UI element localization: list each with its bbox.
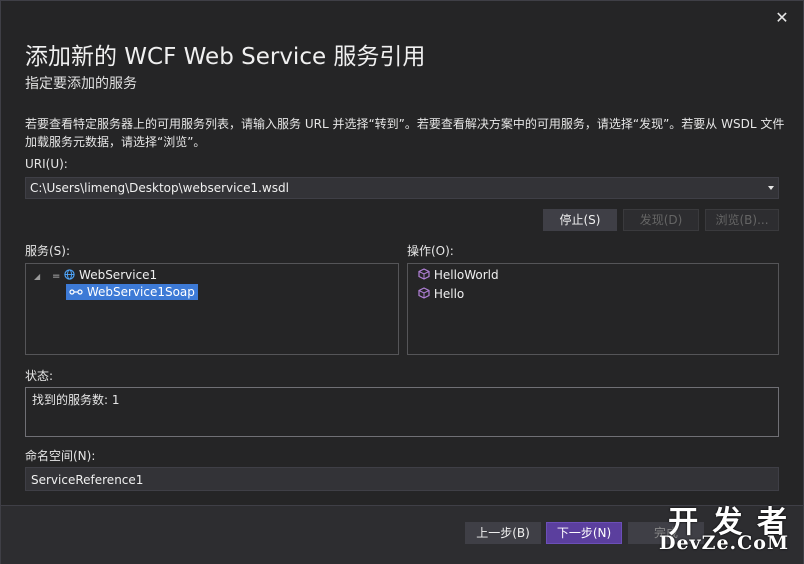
uri-value: C:\Users\limeng\Desktop\webservice1.wsdl (30, 181, 289, 195)
operation-label: HelloWorld (433, 268, 499, 282)
dialog-description: 若要查看特定服务器上的可用服务列表，请输入服务 URL 并选择“转到”。若要查看… (25, 117, 785, 149)
cube-icon (418, 287, 434, 301)
status-text: 找到的服务数: 1 (32, 393, 120, 407)
dialog-title: 添加新的 WCF Web Service 服务引用 (25, 44, 426, 70)
services-label: 服务(S): (25, 244, 71, 258)
tree-node-label: WebService1Soap (86, 285, 195, 299)
collapse-icon[interactable]: ◢ (34, 272, 40, 281)
list-item[interactable]: HelloWorld (418, 268, 499, 282)
stop-button[interactable]: 停止(S) (543, 209, 617, 231)
watermark-line2: DevZe.CoM (658, 532, 789, 554)
dialog: ✕ 添加新的 WCF Web Service 服务引用 指定要添加的服务 若要查… (0, 0, 804, 564)
discover-button[interactable]: 发现(D) (623, 209, 699, 231)
namespace-input[interactable]: ServiceReference1 (25, 467, 779, 491)
namespace-value: ServiceReference1 (31, 473, 144, 487)
operation-label: Hello (433, 287, 465, 301)
list-item[interactable]: Hello (418, 287, 464, 301)
browse-button[interactable]: 浏览(B)... (705, 209, 779, 231)
tree-node-webservice1[interactable]: ◢ = WebService1 (34, 268, 157, 282)
operations-label: 操作(O): (407, 244, 454, 258)
close-icon[interactable]: ✕ (773, 9, 791, 27)
endpoint-icon (69, 285, 87, 299)
globe-icon (64, 268, 79, 282)
cube-icon (418, 268, 434, 282)
chevron-down-icon[interactable] (768, 186, 774, 190)
uri-combobox[interactable]: C:\Users\limeng\Desktop\webservice1.wsdl (25, 177, 779, 199)
namespace-label: 命名空间(N): (25, 449, 96, 463)
tree-node-label: WebService1 (79, 268, 158, 282)
uri-label: URI(U): (25, 157, 68, 171)
dialog-subtitle: 指定要添加的服务 (25, 76, 137, 92)
link-icon: = (51, 271, 61, 282)
status-box: 找到的服务数: 1 (25, 387, 779, 437)
services-tree[interactable]: ◢ = WebService1 WebService1Soap (25, 263, 399, 355)
prev-button[interactable]: 上一步(B) (465, 522, 541, 544)
next-button[interactable]: 下一步(N) (546, 522, 622, 544)
operations-list[interactable]: HelloWorld Hello (407, 263, 779, 355)
tree-node-webservice1soap[interactable]: WebService1Soap (66, 284, 198, 300)
status-label: 状态: (25, 369, 54, 383)
